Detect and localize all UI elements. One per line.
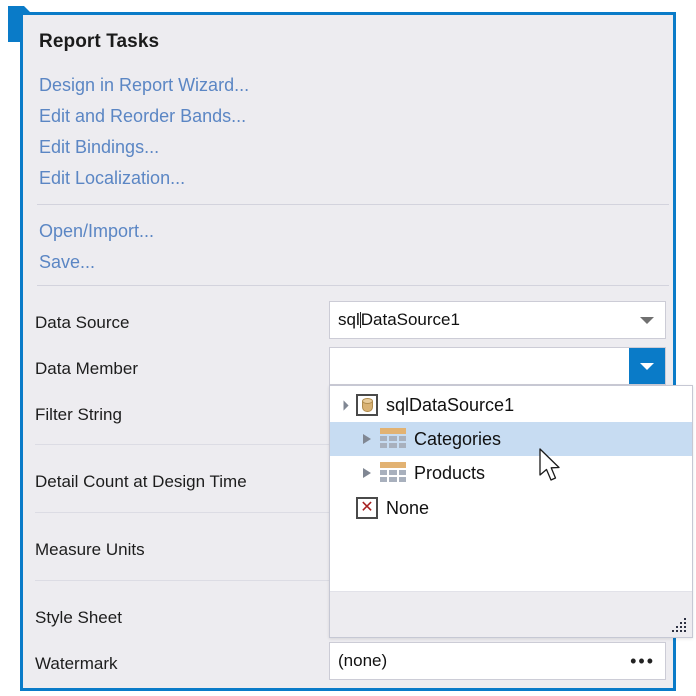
red-x-icon: ✕ xyxy=(356,497,378,519)
data-member-dropdown-popup[interactable]: sqlDataSource1 Categories Products ✕ Non… xyxy=(329,385,693,638)
property-label-filter-string: Filter String xyxy=(35,405,122,424)
watermark-value: (none) xyxy=(338,651,388,670)
page-title: Report Tasks xyxy=(39,31,160,52)
property-label-style-sheet: Style Sheet xyxy=(35,608,122,627)
link-design-in-report-wizard[interactable]: Design in Report Wizard... xyxy=(39,75,249,96)
link-edit-bindings[interactable]: Edit Bindings... xyxy=(39,137,159,158)
watermark-editor[interactable]: (none) ••• xyxy=(329,642,666,680)
tree-node-label: Categories xyxy=(414,428,502,449)
resize-grip-icon[interactable] xyxy=(672,618,686,632)
expander-collapsed-icon[interactable] xyxy=(360,466,374,480)
tree-node-categories[interactable]: Categories xyxy=(330,422,692,456)
chevron-down-icon xyxy=(640,316,654,324)
property-label-measure-units: Measure Units xyxy=(35,540,145,559)
tree-node-products[interactable]: Products xyxy=(330,456,692,490)
data-source-dropdown-button[interactable] xyxy=(630,303,664,337)
property-label-data-source: Data Source xyxy=(35,313,130,332)
tree-node-none[interactable]: ✕ None xyxy=(330,491,692,525)
property-label-watermark: Watermark xyxy=(35,654,118,673)
property-label-detail-count: Detail Count at Design Time xyxy=(35,472,247,491)
table-icon xyxy=(380,428,406,450)
data-member-dropdown-button[interactable] xyxy=(629,348,665,384)
data-member-tree: sqlDataSource1 Categories Products ✕ Non… xyxy=(330,386,692,592)
data-source-combobox[interactable]: sqlDataSource1 xyxy=(329,301,666,339)
expander-collapsed-icon[interactable] xyxy=(360,432,374,446)
link-save[interactable]: Save... xyxy=(39,252,95,273)
tree-node-sqldatasource1[interactable]: sqlDataSource1 xyxy=(330,388,692,422)
table-icon xyxy=(380,462,406,484)
property-label-data-member: Data Member xyxy=(35,359,138,378)
data-member-combobox[interactable] xyxy=(329,347,666,385)
tree-node-label: None xyxy=(386,497,430,518)
divider-1 xyxy=(37,204,669,205)
database-cylinder-icon xyxy=(356,394,378,416)
dropdown-footer xyxy=(330,591,692,637)
data-source-value: sqlDataSource1 xyxy=(338,310,460,329)
divider-2 xyxy=(37,285,669,286)
tree-node-label: sqlDataSource1 xyxy=(386,394,515,415)
tree-node-label: Products xyxy=(414,462,486,483)
watermark-ellipsis-button[interactable]: ••• xyxy=(630,652,655,670)
link-edit-localization[interactable]: Edit Localization... xyxy=(39,168,185,189)
expander-expanded-icon[interactable] xyxy=(336,398,350,412)
link-open-import[interactable]: Open/Import... xyxy=(39,221,154,242)
link-edit-and-reorder-bands[interactable]: Edit and Reorder Bands... xyxy=(39,106,246,127)
chevron-down-icon xyxy=(640,362,654,370)
